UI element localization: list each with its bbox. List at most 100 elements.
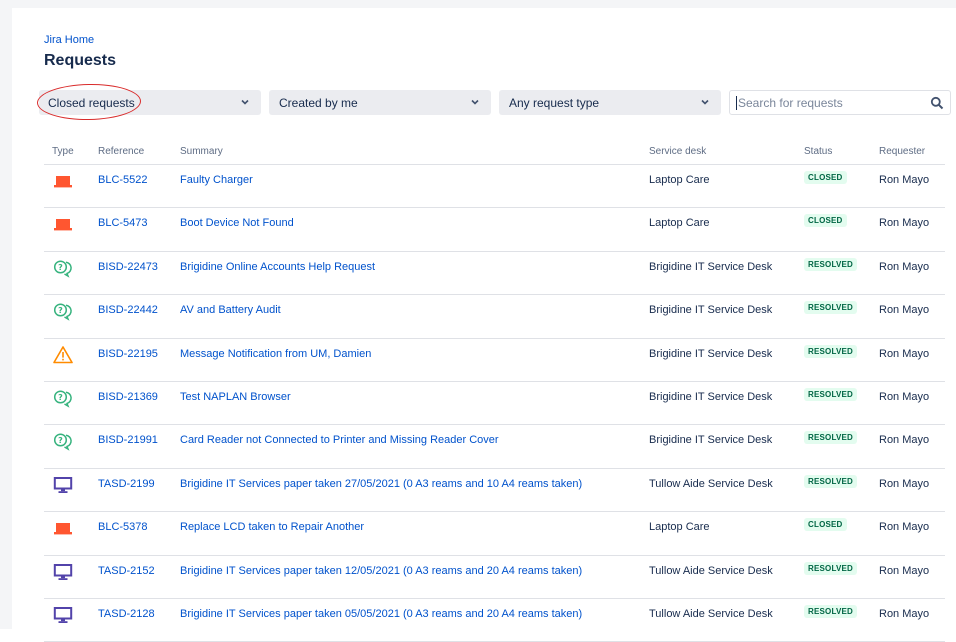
help-icon: ? bbox=[53, 301, 73, 321]
requester-name: Ron Mayo bbox=[879, 434, 930, 447]
search-icon[interactable] bbox=[930, 96, 944, 110]
requester-name: Ron Mayo bbox=[879, 608, 930, 620]
breadcrumb-jira-home[interactable]: Jira Home bbox=[44, 34, 94, 46]
service-desk-name: Tullow Aide Service Desk bbox=[649, 477, 773, 490]
table-row[interactable]: BLC-5522 Faulty Charger Laptop Care Ron May… bbox=[44, 164, 945, 209]
status-badge: RESOLVED bbox=[804, 344, 858, 358]
table-row[interactable]: BLC-5473 Boot Device Not Found Laptop Care… bbox=[44, 207, 945, 252]
help-icon: ? bbox=[53, 431, 73, 452]
request-summary-link[interactable]: Replace LCD taken to Repair Another bbox=[180, 521, 364, 533]
status-badge: RESOLVED bbox=[804, 257, 858, 271]
warning-icon bbox=[53, 345, 73, 365]
service-desk-name: Brigidine IT Service Desk bbox=[649, 304, 773, 317]
table-row[interactable]: ? BISD-22473 Brigidine Online Accounts Hel… bbox=[44, 251, 945, 296]
request-summary-link[interactable]: AV and Battery Audit bbox=[180, 304, 281, 316]
service-desk-name: Brigidine IT Service Desk bbox=[649, 347, 773, 360]
status-filter-dropdown[interactable]: Closed requests bbox=[39, 90, 261, 115]
request-reference-link[interactable]: BISD-21991 bbox=[98, 434, 158, 446]
table-row[interactable]: ? BISD-22442 AV and Battery Audit Brigidine… bbox=[44, 294, 945, 339]
svg-text:?: ? bbox=[58, 306, 63, 315]
help-icon: ? bbox=[53, 258, 73, 278]
status-filter-value: Closed requests bbox=[48, 95, 135, 110]
table-row[interactable]: ? BISD-21369 Test NAPLAN Browser Brigidine … bbox=[44, 381, 945, 426]
search-box[interactable] bbox=[729, 90, 951, 115]
request-summary-link[interactable]: Brigidine Online Accounts Help Request bbox=[180, 261, 375, 273]
svg-text:?: ? bbox=[58, 393, 63, 402]
created-by-filter-value: Created by me bbox=[279, 95, 358, 110]
request-summary-link[interactable]: Test NAPLAN Browser bbox=[180, 391, 291, 403]
requester-name: Ron Mayo bbox=[879, 217, 930, 230]
status-badge: RESOLVED bbox=[804, 431, 858, 445]
request-reference-link[interactable]: BISD-22473 bbox=[98, 261, 158, 273]
column-header-type: Type bbox=[52, 146, 74, 157]
service-desk-name: Tullow Aide Service Desk bbox=[649, 608, 773, 620]
request-summary-link[interactable]: Brigidine IT Services paper taken 27/05/… bbox=[180, 478, 582, 490]
service-desk-name: Laptop Care bbox=[649, 217, 710, 230]
column-header-service-desk: Service desk bbox=[649, 146, 707, 157]
table-row[interactable]: TASD-2128 Brigidine IT Services paper tak… bbox=[44, 598, 945, 642]
request-reference-link[interactable]: BLC-5378 bbox=[98, 521, 148, 533]
service-desk-name: Laptop Care bbox=[649, 174, 710, 186]
chevron-down-icon bbox=[471, 99, 479, 105]
column-header-summary: Summary bbox=[180, 146, 223, 157]
service-desk-name: Tullow Aide Service Desk bbox=[649, 564, 773, 577]
table-row[interactable]: TASD-2199 Brigidine IT Services paper tak… bbox=[44, 468, 945, 513]
requester-name: Ron Mayo bbox=[879, 174, 930, 186]
request-summary-link[interactable]: Brigidine IT Services paper taken 12/05/… bbox=[180, 565, 582, 577]
created-by-filter-dropdown[interactable]: Created by me bbox=[269, 90, 491, 115]
monitor-icon bbox=[53, 605, 73, 625]
column-header-reference: Reference bbox=[98, 146, 145, 157]
request-summary-link[interactable]: Faulty Charger bbox=[180, 174, 253, 186]
requester-name: Ron Mayo bbox=[879, 564, 930, 577]
status-badge: RESOLVED bbox=[804, 301, 858, 315]
request-reference-link[interactable]: BISD-22195 bbox=[98, 348, 158, 360]
status-badge: RESOLVED bbox=[804, 474, 858, 488]
monitor-icon bbox=[53, 562, 73, 582]
status-badge: CLOSED bbox=[804, 518, 847, 532]
laptop-icon bbox=[53, 518, 73, 538]
request-reference-link[interactable]: BISD-21369 bbox=[98, 391, 158, 403]
status-badge: RESOLVED bbox=[804, 561, 858, 575]
service-desk-name: Laptop Care bbox=[649, 521, 710, 534]
service-desk-name: Brigidine IT Service Desk bbox=[649, 391, 773, 403]
request-reference-link[interactable]: BISD-22442 bbox=[98, 304, 158, 316]
request-reference-link[interactable]: BLC-5473 bbox=[98, 217, 148, 229]
request-reference-link[interactable]: BLC-5522 bbox=[98, 174, 148, 186]
chevron-down-icon bbox=[701, 99, 709, 105]
left-strip bbox=[0, 0, 12, 629]
request-summary-link[interactable]: Message Notification from UM, Damien bbox=[180, 348, 371, 360]
table-row[interactable]: ? BISD-21991 Card Reader not Connected to … bbox=[44, 424, 945, 469]
request-reference-link[interactable]: TASD-2152 bbox=[98, 565, 155, 577]
request-reference-link[interactable]: TASD-2128 bbox=[98, 608, 155, 620]
text-caret bbox=[736, 95, 737, 110]
requester-name: Ron Mayo bbox=[879, 347, 930, 360]
request-summary-link[interactable]: Boot Device Not Found bbox=[180, 217, 294, 229]
requester-name: Ron Mayo bbox=[879, 477, 930, 490]
status-badge: RESOLVED bbox=[804, 388, 858, 401]
top-strip bbox=[0, 0, 956, 8]
svg-text:?: ? bbox=[58, 436, 63, 445]
chevron-down-icon bbox=[241, 99, 249, 105]
column-header-status: Status bbox=[804, 146, 833, 157]
request-summary-link[interactable]: Brigidine IT Services paper taken 05/05/… bbox=[180, 608, 582, 620]
requester-name: Ron Mayo bbox=[879, 521, 930, 534]
status-badge: CLOSED bbox=[804, 214, 847, 228]
help-icon: ? bbox=[53, 388, 73, 408]
table-row[interactable]: BLC-5378 Replace LCD taken to Repair Anot… bbox=[44, 511, 945, 556]
table-row[interactable]: TASD-2152 Brigidine IT Services paper tak… bbox=[44, 555, 945, 599]
requester-name: Ron Mayo bbox=[879, 260, 930, 273]
status-badge: RESOLVED bbox=[804, 605, 858, 618]
request-type-filter-dropdown[interactable]: Any request type bbox=[499, 90, 721, 115]
requester-name: Ron Mayo bbox=[879, 391, 930, 403]
requester-name: Ron Mayo bbox=[879, 304, 930, 317]
laptop-icon bbox=[53, 214, 73, 234]
table-row[interactable]: BISD-22195 Message Notification from UM, … bbox=[44, 338, 945, 382]
service-desk-name: Brigidine IT Service Desk bbox=[649, 260, 773, 273]
request-summary-link[interactable]: Card Reader not Connected to Printer and… bbox=[180, 434, 499, 446]
search-input[interactable] bbox=[738, 95, 918, 110]
table-header: Type Reference Summary Service desk Stat… bbox=[44, 138, 945, 165]
request-reference-link[interactable]: TASD-2199 bbox=[98, 478, 155, 490]
laptop-icon bbox=[53, 171, 73, 191]
status-badge: CLOSED bbox=[804, 171, 847, 184]
svg-text:?: ? bbox=[58, 263, 63, 272]
